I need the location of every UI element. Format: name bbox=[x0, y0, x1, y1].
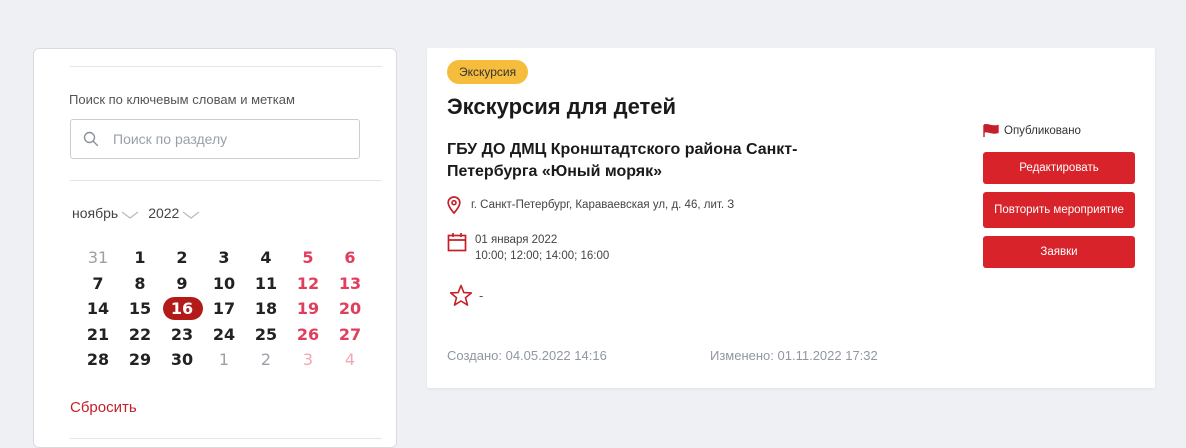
calendar-day[interactable]: 2 bbox=[246, 347, 286, 373]
calendar-day[interactable]: 20 bbox=[330, 296, 370, 322]
divider bbox=[70, 438, 382, 439]
calendar-day[interactable]: 24 bbox=[204, 322, 244, 348]
edit-button[interactable]: Редактировать bbox=[983, 152, 1135, 184]
organization-name: ГБУ ДО ДМЦ Кронштадтского района Санкт-П… bbox=[447, 141, 798, 180]
calendar-day[interactable]: 18 bbox=[246, 296, 286, 322]
address-text: г. Санкт-Петербург, Караваевская ул, д. … bbox=[471, 199, 735, 211]
calendar-day[interactable]: 3 bbox=[204, 245, 244, 271]
calendar-day-selected[interactable]: 16 bbox=[162, 296, 203, 322]
calendar-day[interactable]: 8 bbox=[120, 271, 160, 297]
calendar-day[interactable]: 28 bbox=[78, 347, 118, 373]
calendar-day[interactable]: 30 bbox=[162, 347, 202, 373]
date-row: 01 января 2022 10:00; 12:00; 14:00; 16:0… bbox=[447, 232, 609, 264]
month-value: ноябрь bbox=[72, 205, 119, 221]
search-input[interactable] bbox=[111, 130, 335, 148]
calendar-day[interactable]: 31 bbox=[78, 245, 118, 271]
location-pin-icon bbox=[447, 196, 461, 214]
calendar-day[interactable]: 4 bbox=[246, 245, 286, 271]
event-card: Экскурсия Экскурсия для детей ГБУ ДО ДМЦ… bbox=[427, 48, 1155, 388]
calendar-day[interactable]: 25 bbox=[246, 322, 286, 348]
calendar-day[interactable]: 3 bbox=[288, 347, 328, 373]
rating-value: - bbox=[479, 288, 484, 303]
search-label: Поиск по ключевым словам и меткам bbox=[69, 92, 295, 107]
search-field[interactable] bbox=[70, 119, 360, 159]
divider bbox=[70, 180, 382, 181]
event-title[interactable]: Экскурсия для детей bbox=[447, 94, 676, 120]
calendar-day[interactable]: 29 bbox=[120, 347, 160, 373]
calendar-day[interactable]: 21 bbox=[78, 322, 118, 348]
flag-icon bbox=[983, 124, 999, 137]
chevron-down-icon bbox=[121, 211, 139, 219]
requests-button[interactable]: Заявки bbox=[983, 236, 1135, 268]
calendar-day[interactable]: 15 bbox=[120, 296, 160, 322]
calendar-day[interactable]: 1 bbox=[204, 347, 244, 373]
calendar-day[interactable]: 4 bbox=[330, 347, 370, 373]
divider bbox=[70, 66, 382, 67]
calendar-icon bbox=[447, 233, 467, 252]
calendar-grid: 31 1 2 3 4 5 6 7 8 9 10 11 12 13 14 15 16 17 18 19 20 21 22 23 2… bbox=[78, 245, 370, 373]
filter-sidebar: Поиск по ключевым словам и меткам ноябрь… bbox=[33, 48, 397, 448]
chevron-down-icon bbox=[182, 211, 200, 219]
created-date: Создано: 04.05.2022 14:16 bbox=[447, 348, 607, 363]
repeat-event-button[interactable]: Повторить мероприятие bbox=[983, 192, 1135, 228]
calendar-day[interactable]: 22 bbox=[120, 322, 160, 348]
category-badge: Экскурсия bbox=[447, 60, 529, 84]
calendar-day[interactable]: 7 bbox=[78, 271, 118, 297]
event-date: 01 января 2022 bbox=[475, 234, 558, 246]
month-select[interactable]: ноябрь bbox=[72, 205, 140, 221]
calendar-day[interactable]: 13 bbox=[330, 271, 370, 297]
month-year-selector: ноябрь 2022 bbox=[72, 205, 209, 221]
address-row: г. Санкт-Петербург, Караваевская ул, д. … bbox=[447, 196, 734, 214]
calendar-day[interactable]: 27 bbox=[330, 322, 370, 348]
year-value: 2022 bbox=[148, 205, 180, 221]
star-icon[interactable] bbox=[449, 284, 473, 307]
event-times: 10:00; 12:00; 14:00; 16:00 bbox=[475, 250, 610, 262]
year-select[interactable]: 2022 bbox=[148, 205, 201, 221]
search-icon bbox=[83, 131, 99, 147]
publish-status: Опубликовано bbox=[983, 124, 1081, 138]
calendar-day[interactable]: 1 bbox=[120, 245, 160, 271]
calendar-day[interactable]: 23 bbox=[162, 322, 202, 348]
calendar-day[interactable]: 12 bbox=[288, 271, 328, 297]
calendar-day[interactable]: 17 bbox=[204, 296, 244, 322]
calendar-day[interactable]: 2 bbox=[162, 245, 202, 271]
calendar-day[interactable]: 5 bbox=[288, 245, 328, 271]
calendar-day[interactable]: 11 bbox=[246, 271, 286, 297]
reset-link[interactable]: Сбросить bbox=[70, 399, 137, 416]
modified-date: Изменено: 01.11.2022 17:32 bbox=[710, 348, 878, 363]
calendar-day[interactable]: 10 bbox=[204, 271, 244, 297]
calendar-day[interactable]: 6 bbox=[330, 245, 370, 271]
calendar-day[interactable]: 14 bbox=[78, 296, 118, 322]
status-text: Опубликовано bbox=[1004, 125, 1081, 137]
calendar-day[interactable]: 9 bbox=[162, 271, 202, 297]
calendar-day[interactable]: 26 bbox=[288, 322, 328, 348]
calendar-day[interactable]: 19 bbox=[288, 296, 328, 322]
rating-row: - bbox=[449, 284, 483, 307]
